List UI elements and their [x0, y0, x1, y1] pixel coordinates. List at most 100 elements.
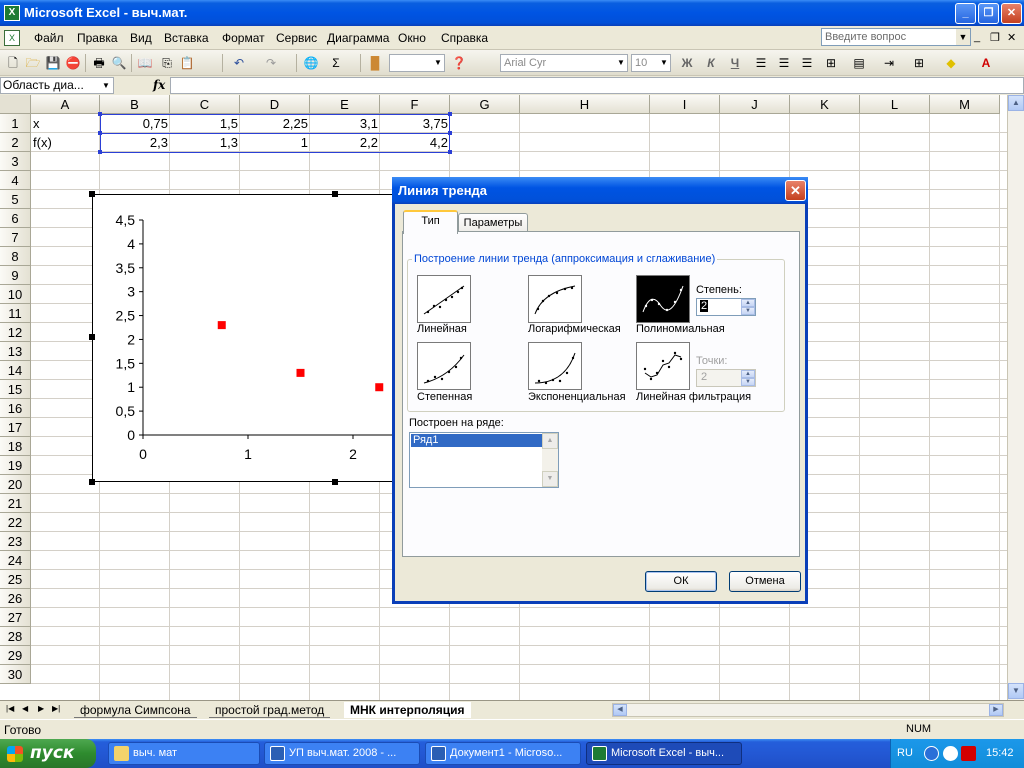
font-size-combo[interactable]: 10 ▼ [631, 54, 671, 72]
menu-tools[interactable]: Сервис [276, 31, 317, 45]
range-handle[interactable] [98, 131, 102, 135]
series-item[interactable]: Ряд1 [411, 434, 542, 447]
first-sheet-icon[interactable]: |◀ [6, 704, 14, 713]
row-header[interactable]: 4 [0, 171, 31, 190]
network-icon[interactable] [924, 746, 939, 761]
sheet-tab-gradient[interactable]: простой град.метод [209, 702, 331, 718]
autosum-icon[interactable]: Σ [327, 54, 345, 72]
speaker-icon[interactable] [943, 746, 958, 761]
row-header[interactable]: 9 [0, 266, 31, 285]
cancel-button[interactable]: Отмена [729, 571, 801, 592]
align-right-icon[interactable]: ☰ [798, 54, 816, 72]
indent-icon[interactable]: ⇥ [880, 54, 898, 72]
row-header[interactable]: 1 [0, 114, 31, 133]
row-header[interactable]: 28 [0, 627, 31, 646]
row-header[interactable]: 3 [0, 152, 31, 171]
row-header[interactable]: 23 [0, 532, 31, 551]
row-header[interactable]: 29 [0, 646, 31, 665]
vertical-scrollbar[interactable]: ▲ ▼ [1007, 95, 1024, 700]
prev-sheet-icon[interactable]: ◀ [22, 704, 28, 713]
undo-icon[interactable]: ↶ [230, 54, 248, 72]
open-folder-icon[interactable]: 🗁 [24, 54, 42, 72]
last-sheet-icon[interactable]: ▶| [52, 704, 60, 713]
column-header[interactable]: E [310, 95, 380, 114]
row-header[interactable]: 21 [0, 494, 31, 513]
menu-format[interactable]: Формат [222, 31, 265, 45]
sheet-tab-simpson[interactable]: формула Симпсона [74, 702, 197, 718]
select-all-corner[interactable] [0, 95, 31, 114]
chart-resize-handle[interactable] [89, 334, 95, 340]
column-header[interactable]: H [520, 95, 650, 114]
exponential-trend-icon[interactable] [528, 342, 582, 390]
moving-average-trend-icon[interactable] [636, 342, 690, 390]
workbook-icon[interactable]: X [4, 30, 20, 46]
cell[interactable]: f(x) [31, 133, 100, 152]
row-header[interactable]: 17 [0, 418, 31, 437]
chart-wizard-icon[interactable]: ▐▌ [366, 54, 384, 72]
polynomial-trend-icon[interactable] [636, 275, 690, 323]
chart-resize-handle[interactable] [89, 479, 95, 485]
spin-down-icon[interactable]: ▼ [741, 307, 755, 315]
chart-resize-handle[interactable] [332, 479, 338, 485]
row-header[interactable]: 18 [0, 437, 31, 456]
taskbar-item-excel[interactable]: Microsoft Excel - выч... [586, 742, 742, 765]
menu-chart[interactable]: Диаграмма [327, 31, 389, 45]
linear-trend-icon[interactable] [417, 275, 471, 323]
polynomial-trend-label[interactable]: Полиномиальная [636, 323, 725, 335]
linear-trend-label[interactable]: Линейная [417, 323, 467, 335]
column-header[interactable]: F [380, 95, 450, 114]
insert-function-icon[interactable]: fx [153, 78, 165, 92]
cell[interactable]: 2,2 [310, 133, 380, 152]
row-header[interactable]: 6 [0, 209, 31, 228]
mdi-minimize-button[interactable]: _ [974, 31, 980, 43]
font-name-combo[interactable]: Arial Cyr ▼ [500, 54, 628, 72]
cell[interactable]: 0,75 [100, 114, 170, 133]
redo-icon[interactable]: ↷ [262, 54, 280, 72]
range-handle[interactable] [448, 131, 452, 135]
chart-resize-handle[interactable] [332, 191, 338, 197]
row-header[interactable]: 25 [0, 570, 31, 589]
cell[interactable]: 1,3 [170, 133, 240, 152]
range-handle[interactable] [448, 150, 452, 154]
paste-icon[interactable]: 📋 [178, 54, 196, 72]
menu-view[interactable]: Вид [130, 31, 152, 45]
help-icon[interactable]: ❓ [450, 54, 468, 72]
ok-button[interactable]: ОК [645, 571, 717, 592]
cell[interactable]: 4,2 [380, 133, 450, 152]
cell[interactable]: 2,3 [100, 133, 170, 152]
row-header[interactable]: 12 [0, 323, 31, 342]
language-indicator[interactable]: RU [897, 747, 913, 759]
row-header[interactable]: 5 [0, 190, 31, 209]
row-header[interactable]: 19 [0, 456, 31, 475]
spin-up-icon[interactable]: ▲ [741, 299, 755, 307]
column-header[interactable]: K [790, 95, 860, 114]
exponential-trend-label[interactable]: Экспоненциальная [528, 391, 626, 403]
align-center-icon[interactable]: ☰ [775, 54, 793, 72]
horizontal-scrollbar[interactable]: ◀ ▶ [612, 703, 1004, 717]
scroll-down-icon[interactable]: ▼ [1008, 683, 1024, 699]
column-header[interactable]: A [31, 95, 100, 114]
excel-app-icon[interactable]: X [4, 5, 20, 21]
save-icon[interactable]: 💾 [44, 54, 62, 72]
row-header[interactable]: 2 [0, 133, 31, 152]
column-header[interactable]: L [860, 95, 930, 114]
column-header[interactable]: J [720, 95, 790, 114]
row-header[interactable]: 10 [0, 285, 31, 304]
menu-help[interactable]: Справка [441, 31, 488, 45]
range-handle[interactable] [448, 112, 452, 116]
row-header[interactable]: 13 [0, 342, 31, 361]
fill-color-icon[interactable]: ◆ [942, 54, 960, 72]
row-header[interactable]: 15 [0, 380, 31, 399]
chevron-down-icon[interactable]: ▼ [956, 29, 970, 45]
mdi-close-button[interactable]: ✕ [1007, 31, 1016, 44]
row-header[interactable]: 22 [0, 513, 31, 532]
taskbar-item-word-up[interactable]: УП выч.мат. 2008 - ... [264, 742, 420, 765]
row-header[interactable]: 7 [0, 228, 31, 247]
currency-icon[interactable]: ▤ [850, 54, 868, 72]
row-header[interactable]: 26 [0, 589, 31, 608]
taskbar-item-word-doc[interactable]: Документ1 - Microso... [425, 742, 581, 765]
antivirus-icon[interactable] [961, 746, 976, 761]
font-color-icon[interactable]: A [977, 54, 995, 72]
help-search-input[interactable]: Введите вопрос ▼ [821, 28, 971, 46]
menu-file[interactable]: Файл [34, 31, 64, 45]
